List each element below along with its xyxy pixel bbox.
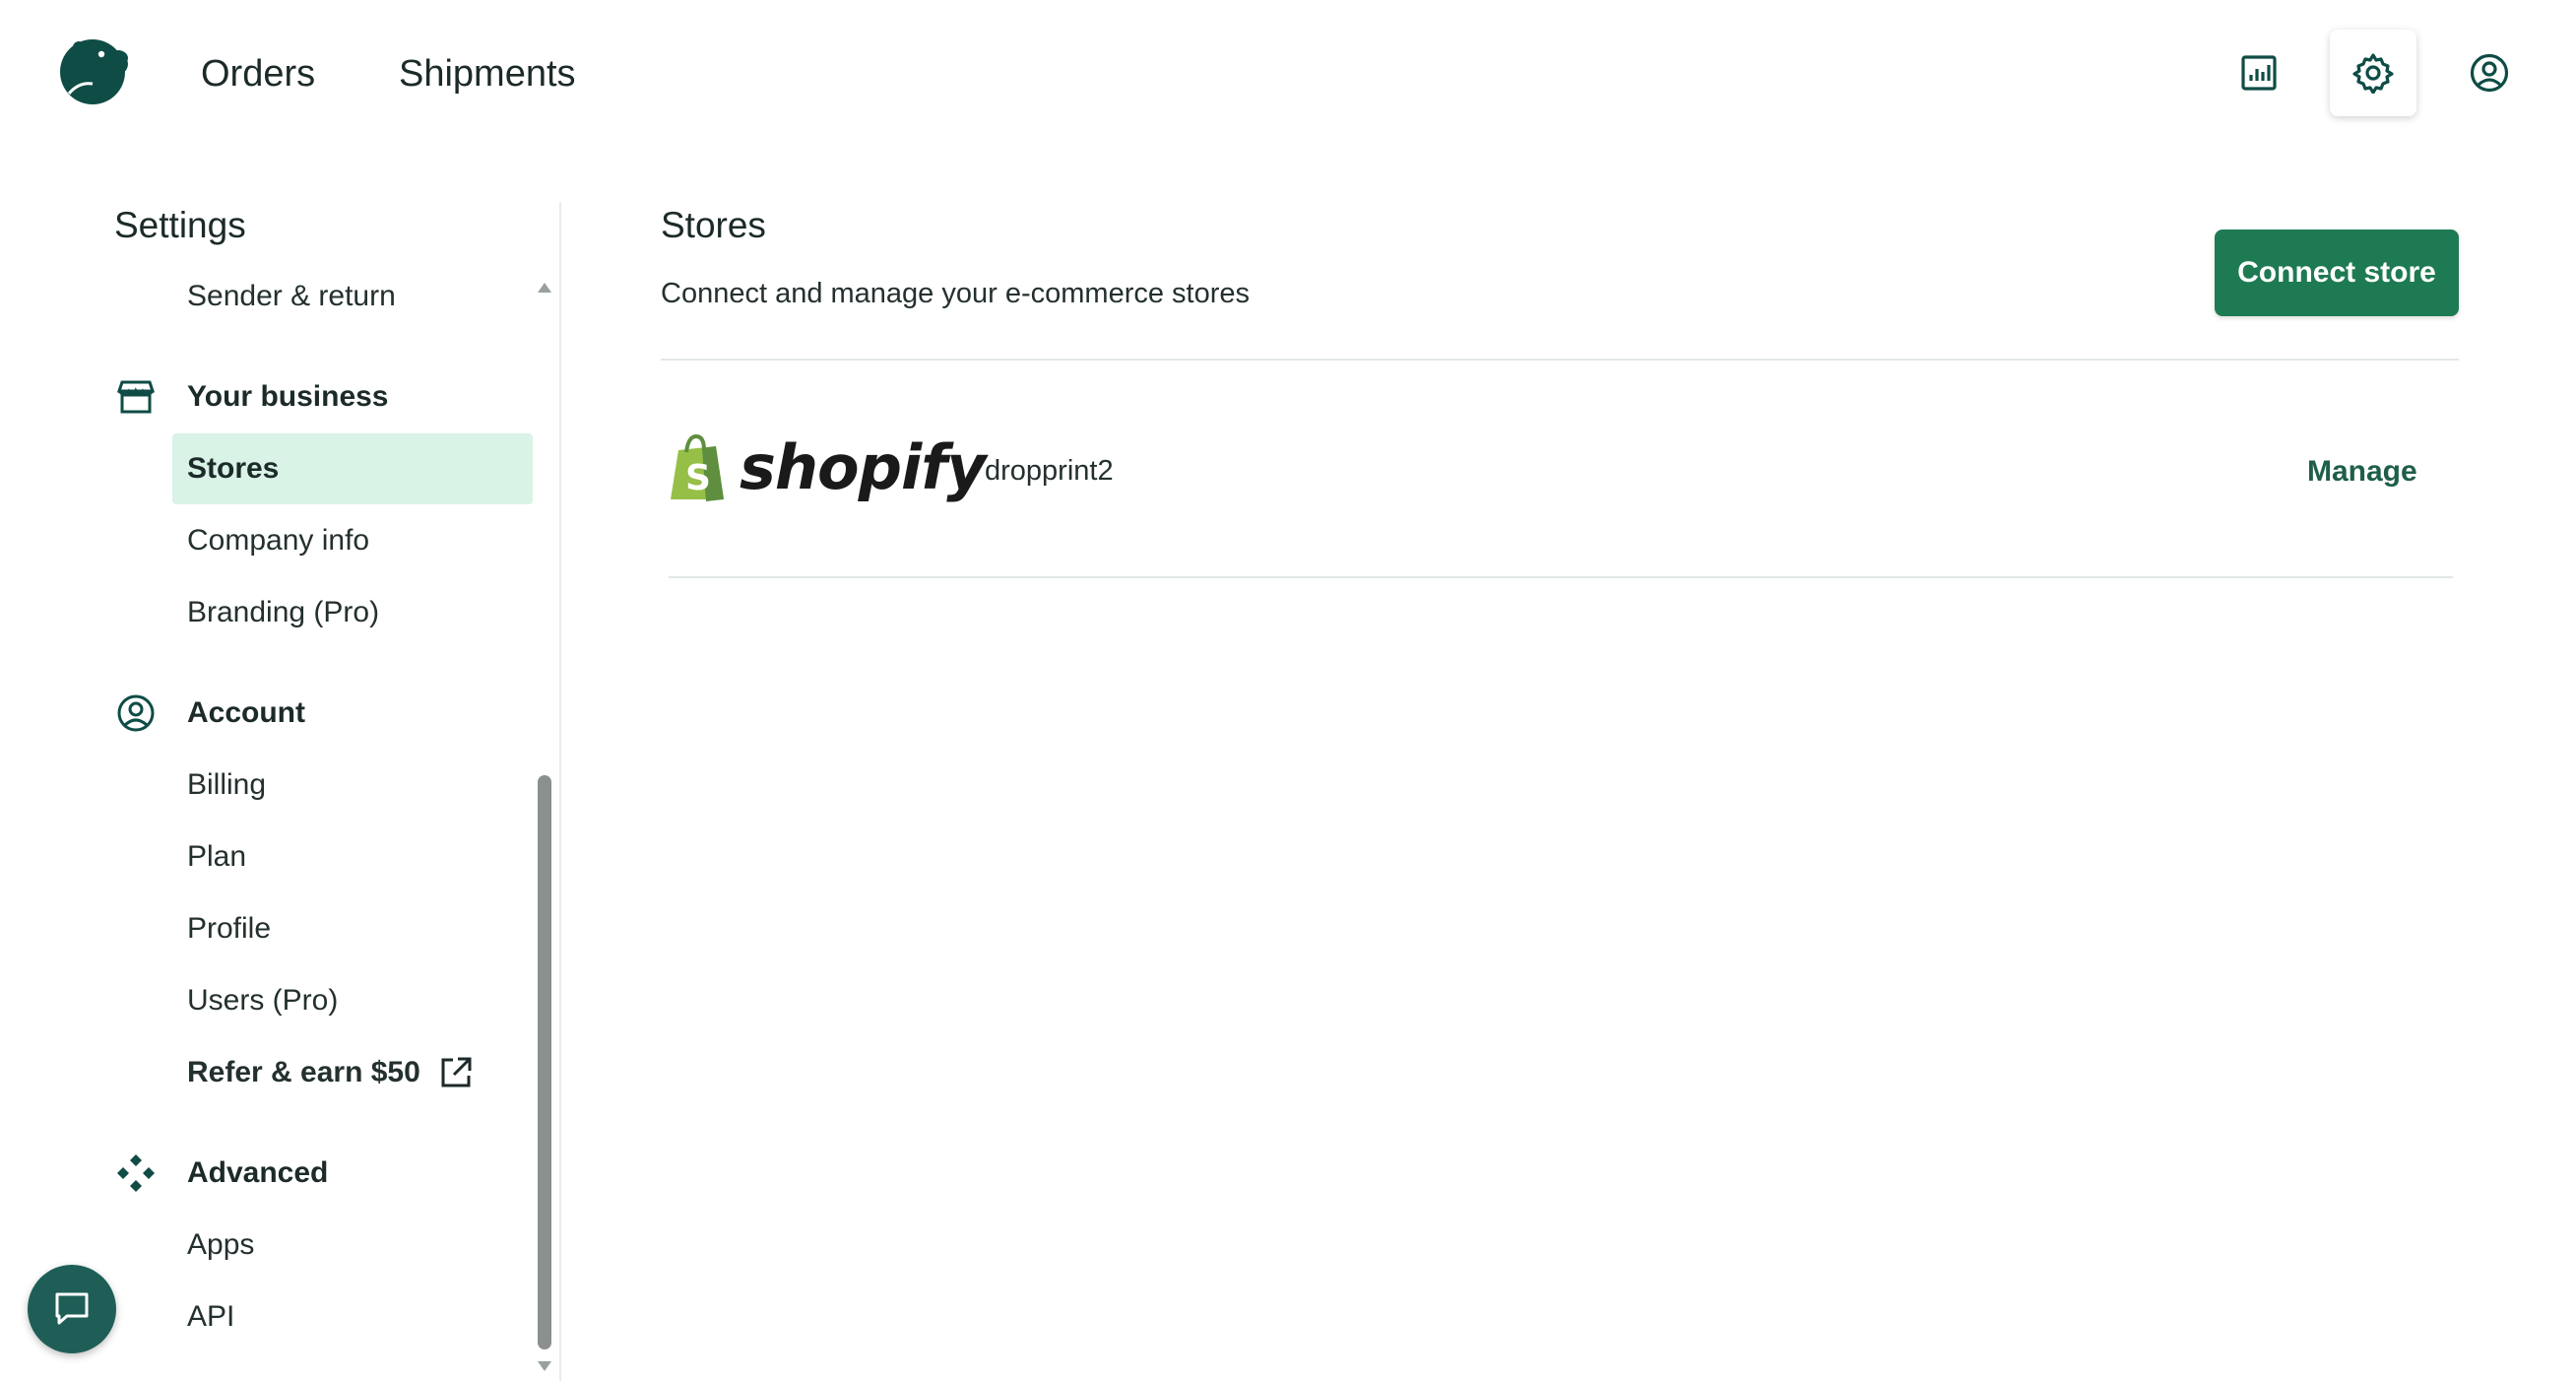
section-advanced: Advanced <box>114 1144 328 1203</box>
settings-title: Settings <box>114 205 246 245</box>
shopify-logo: S shopify <box>667 431 987 503</box>
section-your-business: Your business <box>114 367 389 427</box>
scroll-down-arrow-icon[interactable] <box>538 1361 551 1371</box>
section-account: Account <box>114 684 305 743</box>
sidebar-item-profile[interactable]: Profile <box>172 893 533 964</box>
scroll-up-arrow-icon[interactable] <box>538 283 551 293</box>
svg-text:S: S <box>685 458 711 498</box>
sidebar-divider <box>559 202 561 1381</box>
account-circle-icon[interactable] <box>2446 30 2533 116</box>
sidebar-item-company-info[interactable]: Company info <box>172 505 533 576</box>
refer-label: Refer & earn $50 <box>187 1056 420 1088</box>
connect-store-button[interactable]: Connect store <box>2215 230 2459 316</box>
sidebar-item-apps[interactable]: Apps <box>172 1210 533 1281</box>
app-logo-icon[interactable] <box>57 34 134 105</box>
shopify-bag-icon: S <box>671 433 724 501</box>
shopify-wordmark: shopify <box>740 431 987 503</box>
sidebar-item-refer-earn[interactable]: Refer & earn $50 <box>172 1037 533 1108</box>
storefront-icon <box>114 375 158 419</box>
user-circle-icon <box>114 691 158 735</box>
sidebar-item-billing[interactable]: Billing <box>172 750 533 821</box>
store-name: dropprint2 <box>985 455 1114 487</box>
sidebar-scrollbar-thumb[interactable] <box>538 775 551 1349</box>
store-row: S shopify dropprint2 <box>661 414 2459 532</box>
nav-orders[interactable]: Orders <box>201 51 315 97</box>
sidebar-item-plan[interactable]: Plan <box>172 822 533 892</box>
section-label: Advanced <box>187 1156 329 1189</box>
sidebar-item-users[interactable]: Users (Pro) <box>172 965 533 1036</box>
external-link-icon <box>438 1055 474 1090</box>
nav-shipments[interactable]: Shipments <box>399 51 576 97</box>
page-title: Stores <box>661 205 766 245</box>
page-subtitle: Connect and manage your e-commerce store… <box>661 278 1251 309</box>
diamond-grid-icon <box>114 1151 158 1195</box>
manage-store-link[interactable]: Manage <box>2307 455 2417 489</box>
section-label: Account <box>187 696 305 729</box>
sidebar-item-sender-return[interactable]: Sender & return <box>172 261 533 332</box>
settings-gear-icon[interactable] <box>2330 30 2416 116</box>
chat-support-button[interactable] <box>28 1265 116 1353</box>
section-label: Your business <box>187 380 389 413</box>
top-header: Orders Shipments <box>0 0 2576 148</box>
sidebar-item-branding[interactable]: Branding (Pro) <box>172 577 533 648</box>
divider <box>661 359 2459 361</box>
chat-bubble-icon <box>55 1292 89 1325</box>
sidebar-item-stores[interactable]: Stores <box>172 433 533 504</box>
sidebar-item-api[interactable]: API <box>172 1282 533 1352</box>
divider <box>669 576 2453 578</box>
reports-icon[interactable] <box>2216 30 2302 116</box>
